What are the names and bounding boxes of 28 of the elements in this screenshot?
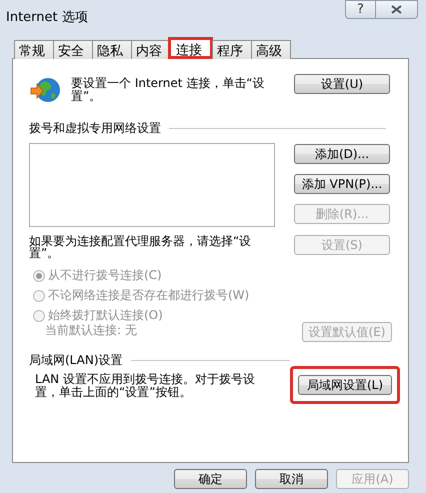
tab[interactable]: 隐私 <box>92 40 132 59</box>
lan-description: LAN 设置不应用到拨号连接。对于拨号设置，单击上面的“设置”按钮。 <box>34 373 256 399</box>
help-button[interactable]: ? <box>345 0 375 19</box>
tab[interactable]: 高级 <box>251 40 291 59</box>
add-vpn-button[interactable]: 添加 VPN(P)... <box>294 174 390 194</box>
tab[interactable]: 连接 <box>168 37 213 59</box>
add-button[interactable]: 添加(D)... <box>294 144 390 164</box>
close-icon <box>391 5 402 14</box>
radio-label: 从不进行拨号连接(C) <box>48 267 162 284</box>
radio-label: 始终拨打默认连接(O) <box>48 307 163 324</box>
tab[interactable]: 安全 <box>53 40 93 59</box>
section-heading: 局域网(LAN)设置 <box>29 352 123 369</box>
ok-button[interactable]: 确定 <box>174 469 247 489</box>
proxy-description: 如果要为连接配置代理服务器，请选择“设置”。 <box>29 235 252 259</box>
connection-list[interactable] <box>29 143 275 227</box>
window-title: Internet 选项 <box>6 9 89 26</box>
settings-button[interactable]: 设置(U) <box>294 74 390 94</box>
section-heading: 拨号和虚拟专用网络设置 <box>29 120 161 137</box>
tab[interactable]: 内容 <box>131 40 171 59</box>
default-connection-value: 无 <box>125 322 138 339</box>
close-button[interactable] <box>375 0 418 19</box>
default-connection-label: 当前默认连接: <box>45 322 122 339</box>
tab[interactable]: 程序 <box>212 40 252 59</box>
setup-description: 要设置一个 Internet 连接，单击“设置”。 <box>71 77 266 105</box>
tab[interactable]: 常规 <box>14 40 54 59</box>
radio-label: 不论网络连接是否存在都进行拨号(W) <box>48 287 250 304</box>
cancel-button[interactable]: 取消 <box>255 469 328 489</box>
lan-settings-button[interactable]: 局域网设置(L) <box>298 375 392 395</box>
